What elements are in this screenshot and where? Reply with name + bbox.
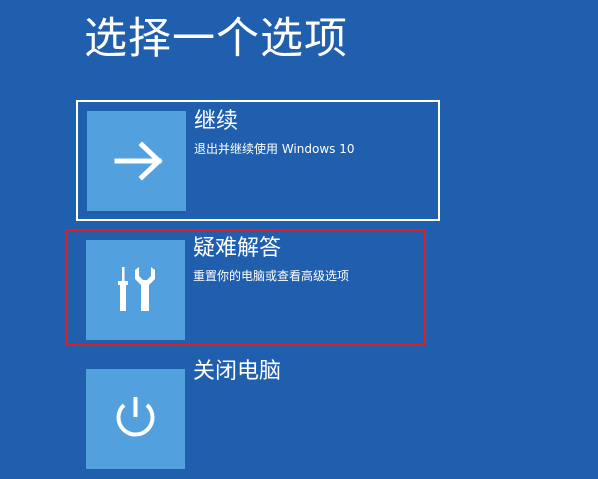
page-title: 选择一个选项 [84, 14, 348, 64]
power-icon [116, 397, 155, 437]
continue-description: 退出并继续使用 Windows 10 [194, 142, 355, 156]
troubleshoot-title: 疑难解答 [193, 236, 282, 261]
shutdown-tile [86, 369, 185, 469]
troubleshoot-option[interactable]: 疑难解答 重置你的电脑或查看高级选项 [76, 230, 440, 350]
shutdown-title: 关闭电脑 [193, 359, 282, 384]
arrow-right-icon [114, 141, 163, 181]
continue-tile [87, 111, 186, 211]
troubleshoot-description: 重置你的电脑或查看高级选项 [193, 269, 350, 283]
continue-option[interactable]: 继续 退出并继续使用 Windows 10 [76, 100, 440, 221]
tools-icon [118, 267, 155, 311]
continue-title: 继续 [194, 109, 239, 134]
shutdown-option[interactable]: 关闭电脑 [76, 359, 440, 479]
troubleshoot-tile [86, 240, 185, 340]
